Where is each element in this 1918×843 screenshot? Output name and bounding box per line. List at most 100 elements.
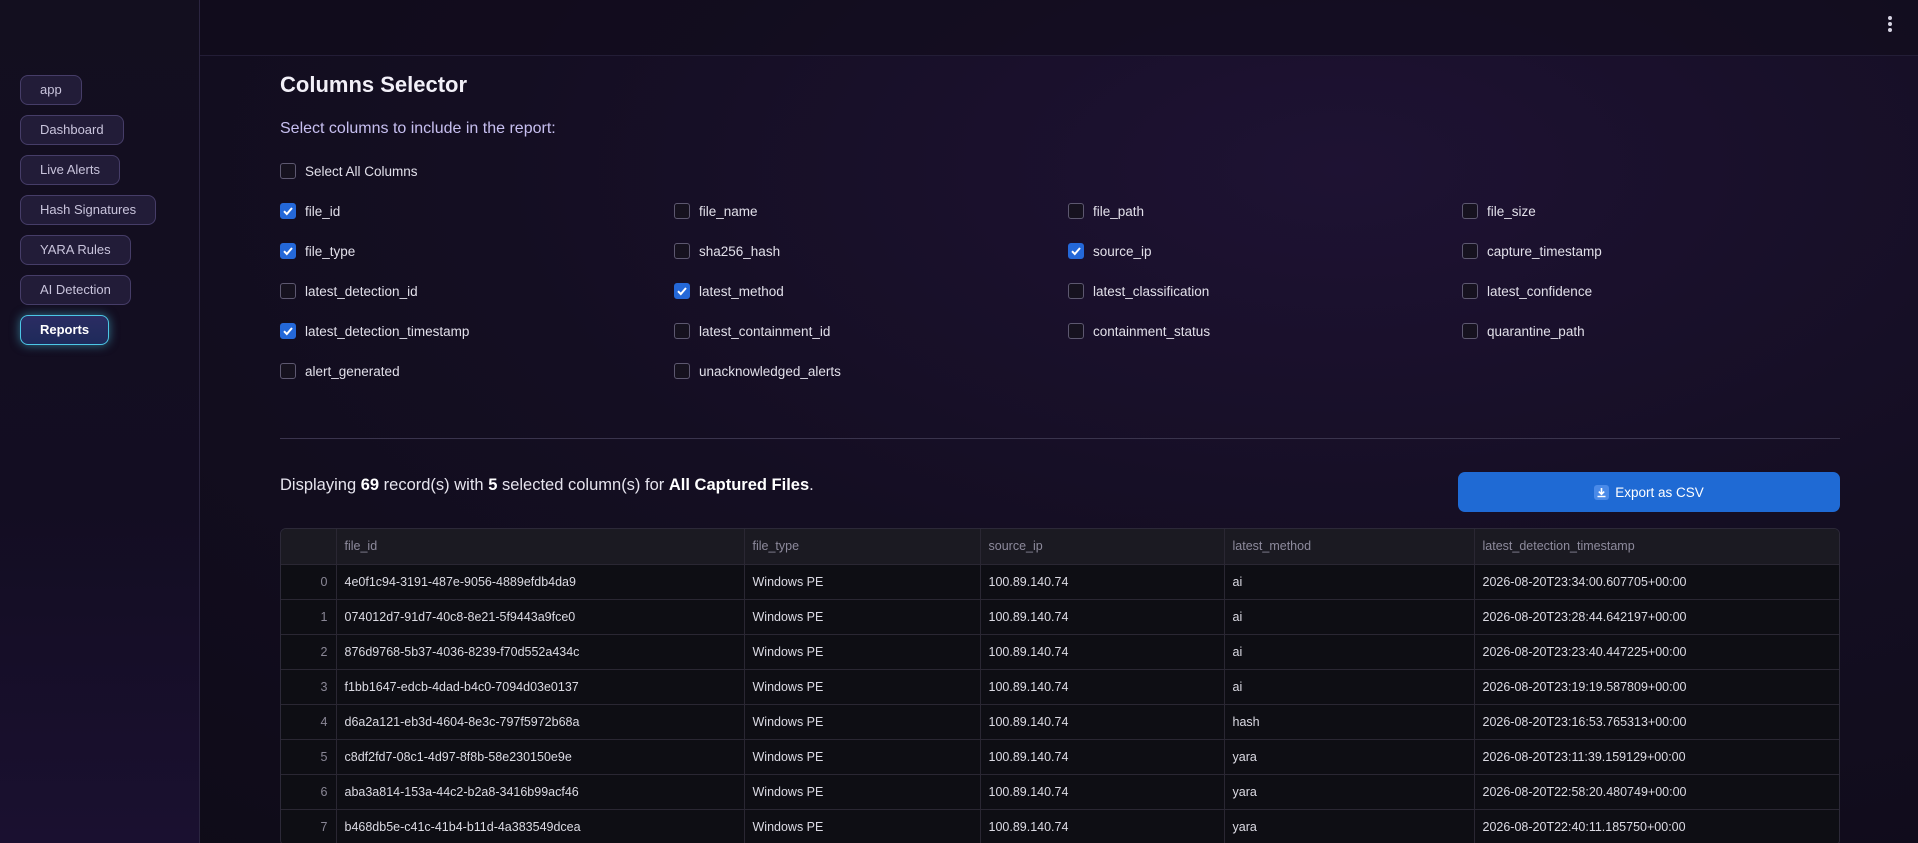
column-checkbox-latest-detection-id[interactable]: latest_detection_id xyxy=(280,283,418,299)
table-row[interactable]: 5 c8df2fd7-08c1-4d97-8f8b-58e230150e9e Win… xyxy=(281,739,1839,775)
index-header[interactable] xyxy=(281,529,337,565)
column-checkbox-latest-containment-id[interactable]: latest_containment_id xyxy=(674,323,830,339)
table-header-row: file_id file_type source_ip latest_method la… xyxy=(281,529,1839,565)
checkbox-box[interactable] xyxy=(674,363,690,379)
sidebar-item-live-alerts[interactable]: Live Alerts xyxy=(20,155,120,185)
checkbox-checked-icon[interactable] xyxy=(280,323,296,339)
column-checkbox-label: alert_generated xyxy=(305,363,400,379)
table-cell: Windows PE xyxy=(744,774,981,810)
table-cell: 876d9768-5b37-4036-8239-f70d552a434c xyxy=(336,634,745,670)
table-cell: 2026-08-20T23:11:39.159129+00:00 xyxy=(1474,739,1839,775)
column-checkbox-latest-detection-timestamp[interactable]: latest_detection_timestamp xyxy=(280,323,469,339)
table-cell: 2026-08-20T23:23:40.447225+00:00 xyxy=(1474,634,1839,670)
column-checkbox-latest-method[interactable]: latest_method xyxy=(674,283,784,299)
column-checkbox-sha256-hash[interactable]: sha256_hash xyxy=(674,243,780,259)
column-checkbox-label: quarantine_path xyxy=(1487,323,1585,339)
column-header-source-ip[interactable]: source_ip xyxy=(980,529,1225,565)
page-subtitle: Select columns to include in the report: xyxy=(280,120,556,137)
checkbox-checked-icon[interactable] xyxy=(280,243,296,259)
checkbox-box[interactable] xyxy=(1068,323,1084,339)
checkbox-box[interactable] xyxy=(1462,203,1478,219)
row-index: 5 xyxy=(281,739,337,775)
table-cell: ai xyxy=(1224,599,1475,635)
table-cell: 2026-08-20T22:40:11.185750+00:00 xyxy=(1474,809,1839,843)
table-row[interactable]: 6 aba3a814-153a-44c2-b2a8-3416b99acf46 Win… xyxy=(281,774,1839,810)
table-cell: 100.89.140.74 xyxy=(980,599,1225,635)
checkbox-box[interactable] xyxy=(280,363,296,379)
column-checkbox-label: unacknowledged_alerts xyxy=(699,363,841,379)
column-checkbox-latest-classification[interactable]: latest_classification xyxy=(1068,283,1209,299)
export-csv-button[interactable]: Export as CSV xyxy=(1458,472,1840,512)
table-cell: 100.89.140.74 xyxy=(980,809,1225,843)
column-checkbox-file-type[interactable]: file_type xyxy=(280,243,355,259)
download-icon xyxy=(1594,484,1610,500)
column-checkbox-capture-timestamp[interactable]: capture_timestamp xyxy=(1462,243,1602,259)
checkbox-checked-icon[interactable] xyxy=(280,203,296,219)
table-cell: 2026-08-20T23:34:00.607705+00:00 xyxy=(1474,564,1839,600)
sidebar-item-dashboard[interactable]: Dashboard xyxy=(20,115,124,145)
sidebar-item-app[interactable]: app xyxy=(20,75,82,105)
kebab-menu-icon[interactable] xyxy=(1884,16,1896,36)
table-cell: hash xyxy=(1224,704,1475,740)
table-row[interactable]: 3 f1bb1647-edcb-4dad-b4c0-7094d03e0137 Win… xyxy=(281,669,1839,705)
column-checkbox-quarantine-path[interactable]: quarantine_path xyxy=(1462,323,1585,339)
column-checkbox-file-name[interactable]: file_name xyxy=(674,203,758,219)
sidebar-item-reports[interactable]: Reports xyxy=(20,315,110,345)
records-summary: Displaying 69 record(s) with 5 selected … xyxy=(280,476,814,495)
checkbox-box[interactable] xyxy=(280,163,296,179)
table-row[interactable]: 7 b468db5e-c41c-41b4-b11d-4a383549dcea Win… xyxy=(281,809,1839,843)
checkbox-checked-icon[interactable] xyxy=(674,283,690,299)
table-row[interactable]: 2 876d9768-5b37-4036-8239-f70d552a434c Win… xyxy=(281,634,1839,670)
table-cell: aba3a814-153a-44c2-b2a8-3416b99acf46 xyxy=(336,774,745,810)
select-all-checkbox[interactable]: Select All Columns xyxy=(280,163,418,179)
checkbox-box[interactable] xyxy=(674,323,690,339)
column-checkbox-unacknowledged-alerts[interactable]: unacknowledged_alerts xyxy=(674,363,841,379)
column-checkbox-file-path[interactable]: file_path xyxy=(1068,203,1144,219)
table-cell: 2026-08-20T23:19:19.587809+00:00 xyxy=(1474,669,1839,705)
table-cell: ai xyxy=(1224,634,1475,670)
sidebar-item-yara-rules[interactable]: YARA Rules xyxy=(20,235,131,265)
summary-suffix: . xyxy=(809,476,814,494)
column-checkbox-label: file_size xyxy=(1487,203,1536,219)
checkbox-box[interactable] xyxy=(1462,283,1478,299)
row-index: 1 xyxy=(281,599,337,635)
column-checkbox-label: file_id xyxy=(305,203,341,219)
table-cell: 2026-08-20T23:16:53.765313+00:00 xyxy=(1474,704,1839,740)
column-header-file-type[interactable]: file_type xyxy=(744,529,981,565)
column-checkbox-file-id[interactable]: file_id xyxy=(280,203,340,219)
column-checkbox-label: containment_status xyxy=(1093,323,1211,339)
table-cell: 100.89.140.74 xyxy=(980,774,1225,810)
row-index: 2 xyxy=(281,634,337,670)
table-row[interactable]: 0 4e0f1c94-3191-487e-9056-4889efdb4da9 Win… xyxy=(281,564,1839,600)
checkbox-checked-icon[interactable] xyxy=(1068,243,1084,259)
table-cell: Windows PE xyxy=(744,809,981,843)
column-checkbox-alert-generated[interactable]: alert_generated xyxy=(280,363,400,379)
column-checkbox-containment-status[interactable]: containment_status xyxy=(1068,323,1210,339)
table-cell: 4e0f1c94-3191-487e-9056-4889efdb4da9 xyxy=(336,564,745,600)
column-checkbox-source-ip[interactable]: source_ip xyxy=(1068,243,1152,259)
column-checkbox-label: sha256_hash xyxy=(699,243,781,259)
checkbox-box[interactable] xyxy=(1068,203,1084,219)
column-checkbox-file-size[interactable]: file_size xyxy=(1462,203,1536,219)
table-cell: Windows PE xyxy=(744,739,981,775)
column-header-file-id[interactable]: file_id xyxy=(336,529,745,565)
row-index: 3 xyxy=(281,669,337,705)
table-cell: Windows PE xyxy=(744,704,981,740)
checkbox-box[interactable] xyxy=(674,243,690,259)
summary-mid1: record(s) with xyxy=(379,476,489,494)
checkbox-box[interactable] xyxy=(1462,323,1478,339)
checkbox-box[interactable] xyxy=(674,203,690,219)
table-row[interactable]: 4 d6a2a121-eb3d-4604-8e3c-797f5972b68a Win… xyxy=(281,704,1839,740)
divider xyxy=(280,438,1840,439)
table-cell: 2026-08-20T23:28:44.642197+00:00 xyxy=(1474,599,1839,635)
sidebar-item-ai-detection[interactable]: AI Detection xyxy=(20,275,131,305)
column-header-latest-detection-timestamp[interactable]: latest_detection_timestamp xyxy=(1474,529,1839,565)
column-checkbox-latest-confidence[interactable]: latest_confidence xyxy=(1462,283,1592,299)
checkbox-box[interactable] xyxy=(1068,283,1084,299)
table-cell: yara xyxy=(1224,809,1475,843)
column-header-latest-method[interactable]: latest_method xyxy=(1224,529,1475,565)
checkbox-box[interactable] xyxy=(1462,243,1478,259)
sidebar-item-hash-signatures[interactable]: Hash Signatures xyxy=(20,195,157,225)
checkbox-box[interactable] xyxy=(280,283,296,299)
table-row[interactable]: 1 074012d7-91d7-40c8-8e21-5f9443a9fce0 Win… xyxy=(281,599,1839,635)
